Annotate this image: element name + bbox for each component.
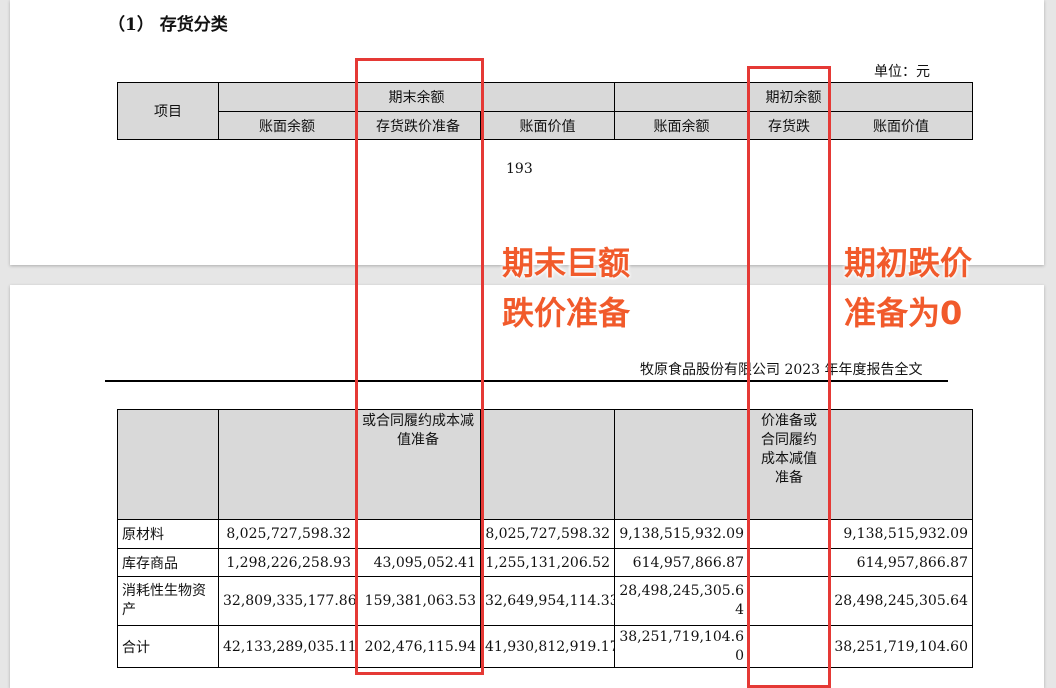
cell-end-book-value: 32,649,954,114.33 xyxy=(480,576,615,626)
cell-end-book-balance: 8,025,727,598.32 xyxy=(218,519,356,549)
cell-open-book-balance: 614,957,866.87 xyxy=(614,548,749,577)
header-end-book-balance: 账面余额 xyxy=(218,111,356,140)
cell-open-book-balance: 28,498,245,305.64 xyxy=(614,576,749,626)
section-title: （1） 存货分类 xyxy=(108,15,228,35)
header-end-book-value: 账面价值 xyxy=(479,111,616,140)
header-cont-open-book-balance xyxy=(614,409,749,520)
cell-end-book-balance: 32,809,335,177.86 xyxy=(218,576,356,626)
annotation-line: 期末巨额 xyxy=(502,244,631,282)
highlight-box-ending-impairment xyxy=(355,58,484,675)
cell-open-book-value: 9,138,515,932.09 xyxy=(829,519,973,549)
table-row: 消耗性生物资产 32,809,335,177.86 159,381,063.53… xyxy=(117,576,973,626)
annotation-line: 准备为0 xyxy=(844,294,963,332)
cell-end-book-value: 1,255,131,206.52 xyxy=(480,548,615,577)
header-open-book-balance: 账面余额 xyxy=(614,111,750,140)
cell-end-book-value: 41,930,812,919.17 xyxy=(480,625,615,668)
annotation-line: 期初跌价 xyxy=(844,244,973,282)
table-row-total: 合计 42,133,289,035.11 202,476,115.94 41,9… xyxy=(117,625,973,668)
unit-label: 单位：元 xyxy=(874,64,930,80)
cell-open-book-balance: 9,138,515,932.09 xyxy=(614,519,749,549)
cell-open-book-value: 614,957,866.87 xyxy=(829,548,973,577)
table-row: 原材料 8,025,727,598.32 8,025,727,598.32 9,… xyxy=(117,519,973,549)
cell-open-book-value: 28,498,245,305.64 xyxy=(829,576,973,626)
inventory-table-body: 或合同履约成本减值准备 价准备或合同履约成本减值准备 原材料 8,025,727… xyxy=(117,409,973,668)
header-cont-item xyxy=(117,409,219,520)
header-open-book-value: 账面价值 xyxy=(829,111,974,140)
annotation-line: 跌价准备 xyxy=(502,294,631,332)
annotation-opening-impairment: 期初跌价 准备为0 xyxy=(844,238,972,338)
cell-open-book-balance: 38,251,719,104.60 xyxy=(614,625,749,668)
header-cont-open-book-value xyxy=(829,409,973,520)
row-item: 库存商品 xyxy=(117,548,219,577)
cell-end-book-balance: 42,133,289,035.11 xyxy=(218,625,356,668)
cell-end-book-value: 8,025,727,598.32 xyxy=(480,519,615,549)
cell-end-book-balance: 1,298,226,258.93 xyxy=(218,548,356,577)
highlight-box-opening-impairment xyxy=(747,66,831,688)
row-item: 原材料 xyxy=(117,519,219,549)
header-cont-end-book-value xyxy=(480,409,615,520)
annotation-ending-impairment: 期末巨额 跌价准备 xyxy=(502,238,630,338)
inventory-table-header: 项目 期末余额 期初余额 账面余额 存货跌价准备 账面价值 账面余额 存货跌 账… xyxy=(117,82,974,140)
page-number: 193 xyxy=(506,161,533,177)
row-item: 合计 xyxy=(117,625,219,668)
row-item: 消耗性生物资产 xyxy=(117,576,219,626)
table-row: 库存商品 1,298,226,258.93 43,095,052.41 1,25… xyxy=(117,548,973,577)
cell-open-book-value: 38,251,719,104.60 xyxy=(829,625,973,668)
header-cont-end-book-balance xyxy=(218,409,356,520)
header-item: 项目 xyxy=(117,82,219,140)
